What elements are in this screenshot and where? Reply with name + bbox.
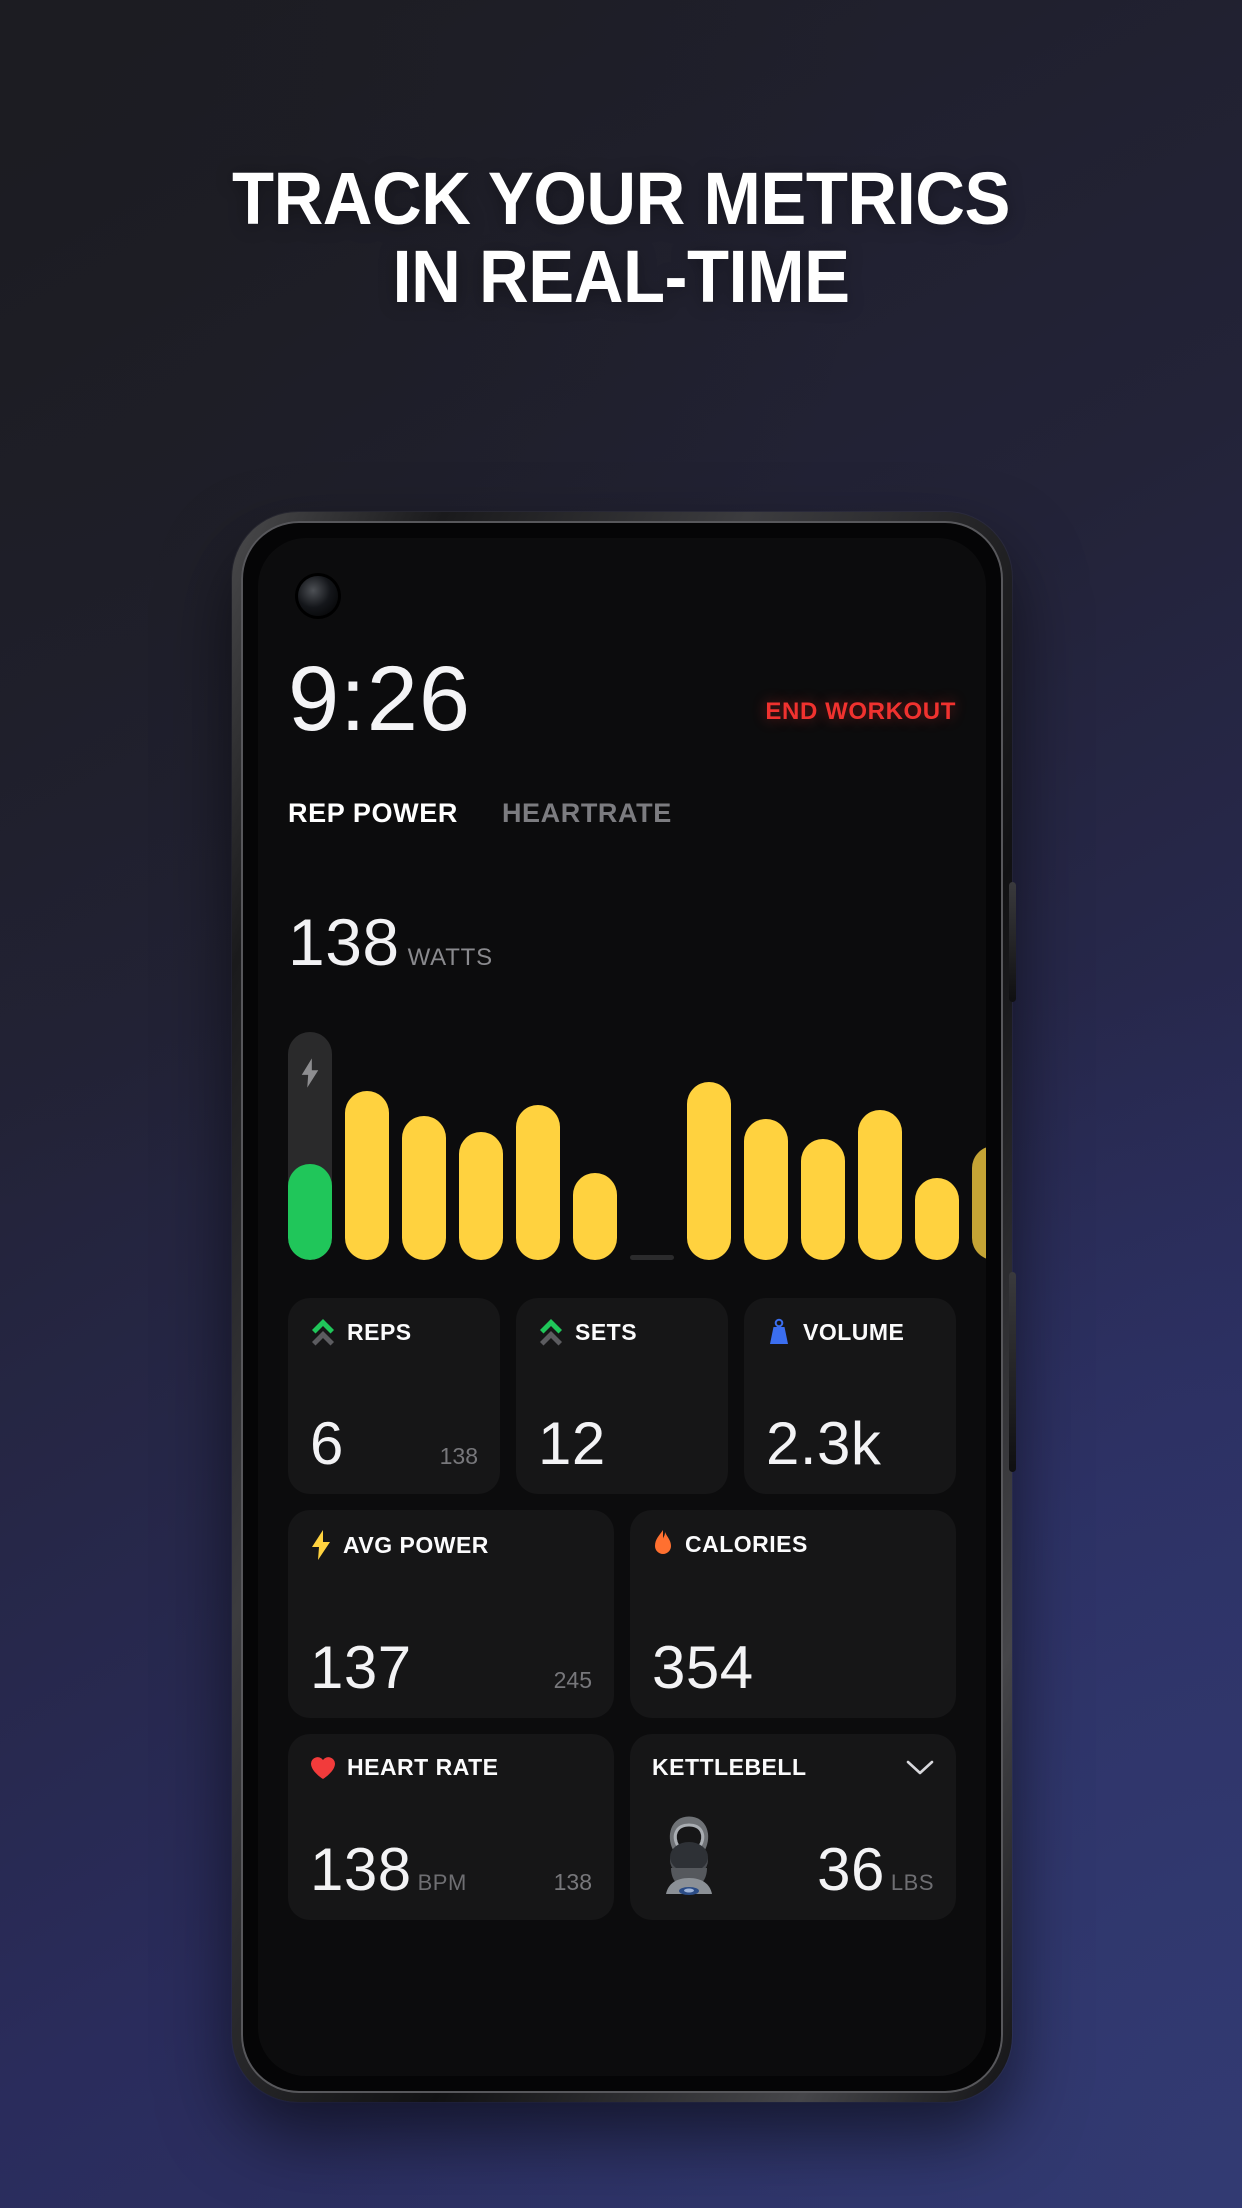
card-calories-value: 354 xyxy=(652,1634,754,1701)
chart-bar xyxy=(402,1116,446,1260)
chart-bar xyxy=(573,1173,617,1260)
card-kettlebell-body: 36 LBS xyxy=(652,1808,934,1900)
card-heart-rate-title: HEART RATE xyxy=(347,1754,499,1780)
card-kettlebell-head: KETTLEBELL xyxy=(652,1754,934,1781)
stat-row-3: HEART RATE 138 BPM 138 KETTLEBELL 36 LBS xyxy=(288,1734,956,1920)
reading-value: 138 xyxy=(288,905,400,979)
stat-cards: REPS 6 138 SETS 12 VOLUME 2.3k AVG POWER… xyxy=(288,1298,956,1936)
metric-tabs: REP POWER HEARTRATE xyxy=(288,798,672,829)
tab-heartrate[interactable]: HEARTRATE xyxy=(502,798,672,829)
card-calories-title: CALORIES xyxy=(685,1530,808,1557)
power-button[interactable] xyxy=(1009,882,1016,1002)
card-sets-title: SETS xyxy=(575,1318,638,1345)
reading-unit: WATTS xyxy=(407,944,493,971)
card-heart-rate-value: 138 xyxy=(310,1836,412,1903)
end-workout-button[interactable]: END WORKOUT xyxy=(765,698,956,738)
card-volume[interactable]: VOLUME 2.3k xyxy=(744,1298,956,1494)
card-calories[interactable]: CALORIES 354 xyxy=(630,1510,956,1718)
heart-icon xyxy=(311,1756,335,1779)
card-avg-power[interactable]: AVG POWER 137 245 xyxy=(288,1510,614,1718)
power-gauge-fill xyxy=(288,1164,332,1260)
card-reps-value: 6 xyxy=(310,1410,344,1477)
card-heart-rate-body: 138 BPM 138 xyxy=(310,1840,592,1900)
card-heart-rate[interactable]: HEART RATE 138 BPM 138 xyxy=(288,1734,614,1920)
workout-app: 9:26 END WORKOUT REP POWER HEARTRATE 138… xyxy=(258,538,986,2076)
card-sets-value: 12 xyxy=(538,1410,606,1477)
flame-icon xyxy=(655,1530,671,1554)
bolt-icon xyxy=(301,1058,319,1088)
chart-bar xyxy=(459,1132,503,1260)
headline-line-2: IN REAL-TIME xyxy=(392,234,850,318)
chart-bar xyxy=(345,1091,389,1260)
card-heart-rate-valwrap: 138 BPM xyxy=(310,1840,467,1900)
stat-row-2: AVG POWER 137 245 CALORIES 354 xyxy=(288,1510,956,1718)
card-kettlebell-valwrap: 36 LBS xyxy=(817,1840,934,1900)
card-avg-power-value: 137 xyxy=(310,1634,412,1701)
card-calories-head: CALORIES xyxy=(652,1530,934,1558)
double-chevron-up-icon xyxy=(312,1319,334,1346)
card-kettlebell-value: 36 xyxy=(817,1836,885,1903)
phone-mockup: 9:26 END WORKOUT REP POWER HEARTRATE 138… xyxy=(232,512,1016,2102)
card-sets[interactable]: SETS 12 xyxy=(516,1298,728,1494)
double-chevron-up-icon xyxy=(540,1319,562,1346)
card-kettlebell[interactable]: KETTLEBELL 36 LBS xyxy=(630,1734,956,1920)
rep-power-bar-chart xyxy=(288,1024,986,1260)
power-gauge xyxy=(288,1032,332,1260)
card-avg-power-body: 137 245 xyxy=(310,1638,592,1698)
chart-bar xyxy=(915,1177,959,1260)
chart-bar xyxy=(687,1082,731,1260)
card-volume-value: 2.3k xyxy=(766,1410,882,1477)
stat-row-1: REPS 6 138 SETS 12 VOLUME 2.3k xyxy=(288,1298,956,1494)
volume-button[interactable] xyxy=(1009,1272,1016,1472)
card-reps-body: 6 138 xyxy=(310,1414,478,1474)
workout-timer: 9:26 xyxy=(288,648,472,750)
chart-bar xyxy=(972,1146,986,1260)
card-sets-head: SETS xyxy=(538,1318,706,1346)
card-reps[interactable]: REPS 6 138 xyxy=(288,1298,500,1494)
card-reps-title: REPS xyxy=(347,1318,412,1345)
chevron-down-icon[interactable] xyxy=(906,1759,934,1777)
card-calories-body: 354 xyxy=(652,1638,934,1698)
chart-bar xyxy=(516,1104,560,1260)
card-sets-body: 12 xyxy=(538,1414,706,1474)
kettlebell-icon xyxy=(666,1816,712,1895)
card-reps-head: REPS xyxy=(310,1318,478,1346)
card-heart-rate-sub: 138 xyxy=(553,1869,592,1895)
card-kettlebell-title: KETTLEBELL xyxy=(652,1754,807,1780)
card-reps-sub: 138 xyxy=(439,1443,478,1469)
page-headline: TRACK YOUR METRICS IN REAL-TIME xyxy=(43,160,1198,315)
card-avg-power-sub: 245 xyxy=(553,1667,592,1693)
card-heart-rate-unit: BPM xyxy=(417,1870,467,1895)
card-volume-title: VOLUME xyxy=(803,1318,905,1345)
weight-icon xyxy=(770,1318,788,1344)
card-kettlebell-unit: LBS xyxy=(890,1870,934,1895)
card-avg-power-head: AVG POWER xyxy=(310,1530,592,1560)
app-topbar: 9:26 END WORKOUT xyxy=(288,648,956,750)
card-volume-body: 2.3k xyxy=(766,1414,934,1474)
phone-bezel: 9:26 END WORKOUT REP POWER HEARTRATE 138… xyxy=(241,521,1003,2093)
bar-gap xyxy=(630,1255,674,1260)
chart-bar xyxy=(801,1139,845,1260)
chart-bar xyxy=(744,1118,788,1260)
card-volume-head: VOLUME xyxy=(766,1318,934,1346)
bolt-icon xyxy=(312,1530,330,1560)
chart-bar xyxy=(858,1109,902,1260)
current-reading: 138 WATTS xyxy=(288,904,493,980)
card-heart-rate-head: HEART RATE xyxy=(310,1754,592,1781)
phone-screen: 9:26 END WORKOUT REP POWER HEARTRATE 138… xyxy=(258,538,986,2076)
tab-rep-power[interactable]: REP POWER xyxy=(288,798,458,829)
headline-line-1: TRACK YOUR METRICS xyxy=(231,157,1010,240)
card-avg-power-title: AVG POWER xyxy=(343,1531,489,1558)
